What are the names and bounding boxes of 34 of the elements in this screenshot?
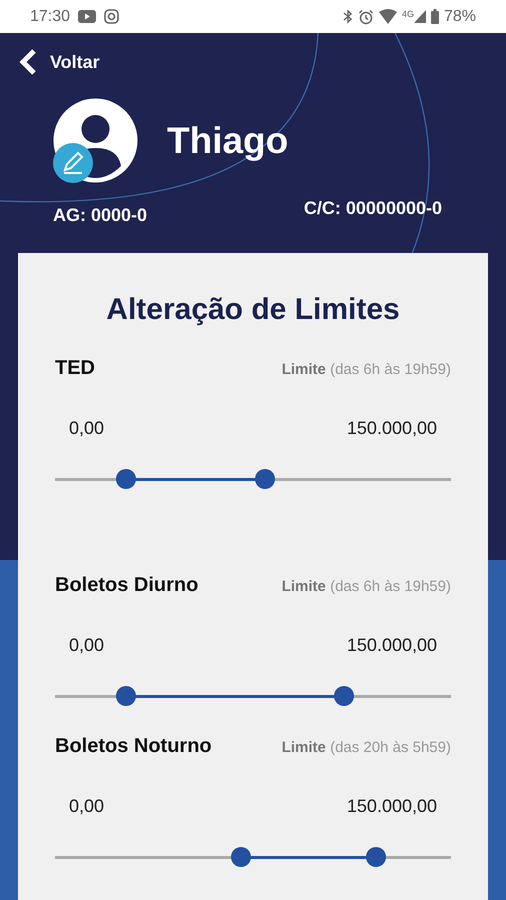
network-type: 4G <box>402 10 414 19</box>
back-button[interactable]: Voltar <box>18 48 100 76</box>
slider-thumb[interactable] <box>116 469 136 489</box>
agency-number: AG: 0000-0 <box>53 204 148 227</box>
min-value: 0,00 <box>69 417 104 440</box>
status-time: 17:30 <box>30 6 70 26</box>
min-value: 0,00 <box>69 634 104 657</box>
card-title: Alteração de Limites <box>105 295 401 325</box>
battery-icon <box>430 9 439 24</box>
battery-percent: 78% <box>444 6 476 26</box>
max-value: 150.000,00 <box>346 634 437 657</box>
edit-icon[interactable] <box>53 143 93 183</box>
max-value: 150.000,00 <box>346 417 437 440</box>
alarm-icon <box>358 8 374 24</box>
slider-thumb[interactable] <box>334 686 354 706</box>
limit-period: Limite (das 6h às 19h59) <box>282 360 451 380</box>
max-value: 150.000,00 <box>346 795 437 818</box>
slider-thumb[interactable] <box>231 847 252 867</box>
video-app-icon <box>78 10 96 23</box>
wifi-icon <box>378 9 397 24</box>
limit-name: TED <box>55 356 95 381</box>
limit-name: Boletos Noturno <box>55 734 212 759</box>
user-name: Thiago <box>167 118 288 163</box>
camera-app-icon <box>104 9 120 24</box>
account-number: C/C: 00000000-0 <box>304 197 442 220</box>
limit-name: Boletos Diurno <box>55 573 198 598</box>
limit-period: Limite (das 20h às 5h59) <box>282 738 451 758</box>
chevron-left-icon <box>18 48 38 76</box>
slider-thumb[interactable] <box>254 469 275 489</box>
slider-thumb[interactable] <box>116 686 136 706</box>
min-value: 0,00 <box>69 795 104 818</box>
limit-period: Limite (das 6h às 19h59) <box>282 577 451 597</box>
slider-thumb[interactable] <box>366 847 386 867</box>
bluetooth-icon <box>342 9 353 24</box>
